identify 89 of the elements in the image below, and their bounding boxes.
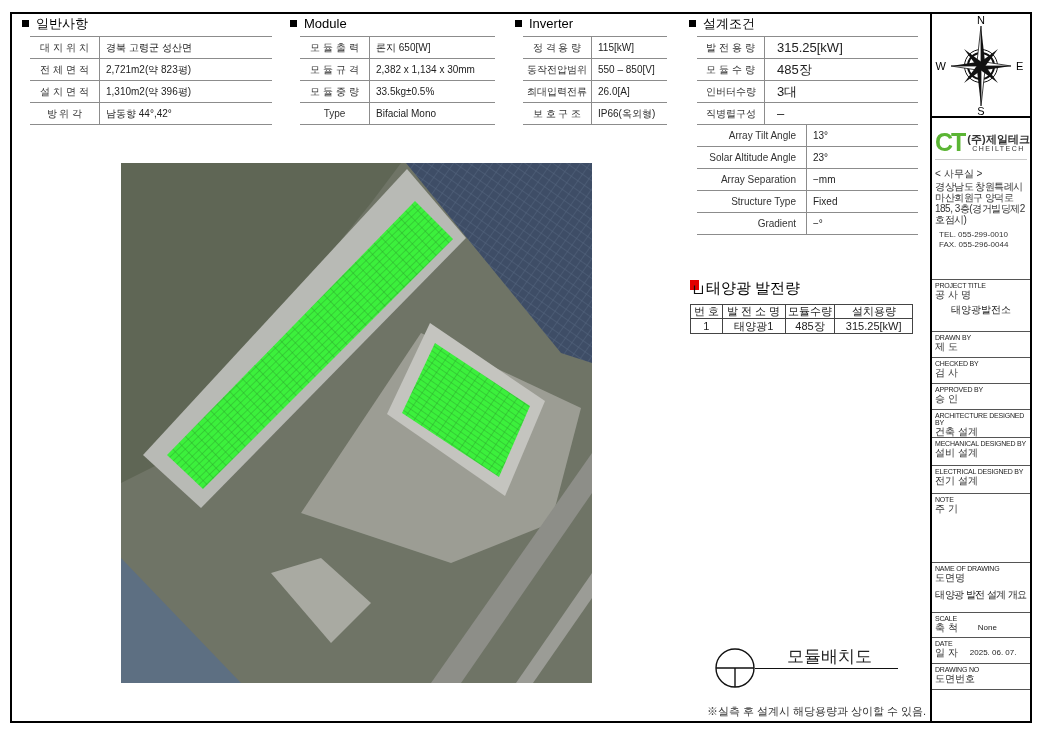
field-value: None xyxy=(977,623,997,632)
field-label: 전기 설계 xyxy=(935,475,979,486)
company-logo: CT xyxy=(935,130,965,155)
spec-value: −° xyxy=(813,218,823,229)
spec-label: 정 격 용 량 xyxy=(532,42,582,53)
spec-value: 485장 xyxy=(777,63,812,76)
spec-value: 33.5kg±0.5% xyxy=(376,86,435,97)
field-label: 주 기 xyxy=(935,503,959,514)
office-address: 경상남도 창원특례시 마산회원구 양덕로 185, 3층(경거빌딩제2호점시) xyxy=(935,181,1026,225)
spec-label: Array Tilt Angle xyxy=(728,130,796,141)
spec-value: 115[kW] xyxy=(598,42,634,53)
fax-number: FAX. 055-296-0044 xyxy=(939,240,1010,250)
field-value: 태양광 발전 설계 개요 xyxy=(935,589,1027,600)
field-label: 제 도 xyxy=(935,341,959,352)
compass-letter: E xyxy=(1016,60,1024,72)
field-label: 도면명 xyxy=(935,572,966,583)
spec-label: Type xyxy=(323,108,346,119)
spec-value: −mm xyxy=(813,174,836,185)
table-cell: 태양광1 xyxy=(722,319,786,334)
spec-label: Array Separation xyxy=(720,174,796,185)
compass-letter: N xyxy=(977,15,985,26)
spec-label: Gradient xyxy=(757,218,796,229)
spec-value: IP66(옥외형) xyxy=(598,108,656,119)
office-label: < 사무실 > xyxy=(935,168,984,179)
spec-value: 2,382 x 1,134 x 30mm xyxy=(376,64,475,75)
section-title: 태양광 발전량 xyxy=(706,279,801,295)
spec-value: 550 – 850[V] xyxy=(598,64,655,75)
field-label: 건축 설계 xyxy=(935,426,979,437)
spec-value: 315.25[kW] xyxy=(777,41,843,54)
field-label: 축 척 xyxy=(935,622,958,633)
section-title: 일반사항 xyxy=(36,16,88,30)
spec-label: 전 체 면 적 xyxy=(40,64,89,75)
field-label: 일 자 xyxy=(935,647,958,658)
spec-value: 론지 650[W] xyxy=(376,42,431,53)
compass-letter: W xyxy=(935,60,946,72)
spec-label: 모 듈 수 량 xyxy=(706,64,755,75)
spec-label: Structure Type xyxy=(731,196,796,207)
spec-label: Solar Altitude Angle xyxy=(709,152,796,163)
spec-label: 모 듈 출 력 xyxy=(310,42,359,53)
spec-value: 남동향 44°,42° xyxy=(106,108,172,119)
table-cell: 1 xyxy=(691,319,723,334)
compass-letter: S xyxy=(977,106,985,117)
spec-label: 방 위 각 xyxy=(46,108,83,119)
spec-value: 2,721m2(약 823평) xyxy=(106,64,192,75)
compass-rose-icon xyxy=(950,25,1012,107)
spec-label: 발 전 용 량 xyxy=(706,42,755,53)
spec-label: 최대입력전류 xyxy=(527,86,587,97)
field-value: 2025. 06. 07. xyxy=(969,648,1017,657)
spec-label: 인버터수량 xyxy=(705,86,756,97)
spec-value: 13° xyxy=(813,130,829,141)
spec-label: 모 듈 중 량 xyxy=(310,86,359,97)
spec-label: 모 듈 규 격 xyxy=(310,64,359,75)
square-bullet-icon xyxy=(290,19,297,27)
spec-label: 설 치 면 적 xyxy=(40,86,89,97)
field-value: 태양광발전소 xyxy=(951,304,1011,315)
spec-value: 26.0[A] xyxy=(598,86,630,97)
section-title: Module xyxy=(304,16,347,30)
spec-label: 보 호 구 조 xyxy=(532,108,582,119)
spec-value: Bifacial Mono xyxy=(376,108,437,119)
spec-label: 대 지 위 치 xyxy=(40,42,89,53)
spec-value: 경북 고령군 성산면 xyxy=(106,42,192,53)
section-title: 설계조건 xyxy=(703,16,755,30)
spec-value: – xyxy=(777,107,785,120)
column-header: 설치용량 xyxy=(835,305,913,319)
spec-label: 동작전압범위 xyxy=(527,64,587,75)
section-title: Inverter xyxy=(529,16,574,30)
field-label: 설비 설계 xyxy=(935,447,979,458)
square-bullet-icon xyxy=(22,19,29,27)
column-header: 번 호 xyxy=(691,305,723,319)
square-bullet-icon xyxy=(690,280,703,294)
field-label: 승 인 xyxy=(935,393,959,404)
column-header: 모듈수량 xyxy=(785,305,836,319)
note-text: ※실측 후 설계시 해당용량과 상이할 수 있음. xyxy=(706,705,926,718)
drawing-title: 모듈배치도 xyxy=(787,648,872,665)
square-bullet-icon xyxy=(689,19,696,27)
table-cell: 315.25[kW] xyxy=(835,319,913,334)
field-label: 검 사 xyxy=(935,367,959,378)
table-cell: 485장 xyxy=(785,319,836,334)
phone-number: TEL. 055-299-0010 xyxy=(939,230,1009,240)
spec-value: 23° xyxy=(813,152,829,163)
square-bullet-icon xyxy=(515,19,522,27)
spec-value: 1,310m2(약 396평) xyxy=(106,86,192,97)
company-name: (주)제일테크 xyxy=(967,132,1030,145)
spec-label: 직병렬구성 xyxy=(705,108,756,119)
column-header: 발 전 소 명 xyxy=(722,305,786,319)
spec-value: Fixed xyxy=(813,196,838,207)
field-label: 도면번호 xyxy=(935,673,976,684)
spec-value: 3대 xyxy=(777,85,798,98)
field-label: 공 사 명 xyxy=(935,289,972,300)
